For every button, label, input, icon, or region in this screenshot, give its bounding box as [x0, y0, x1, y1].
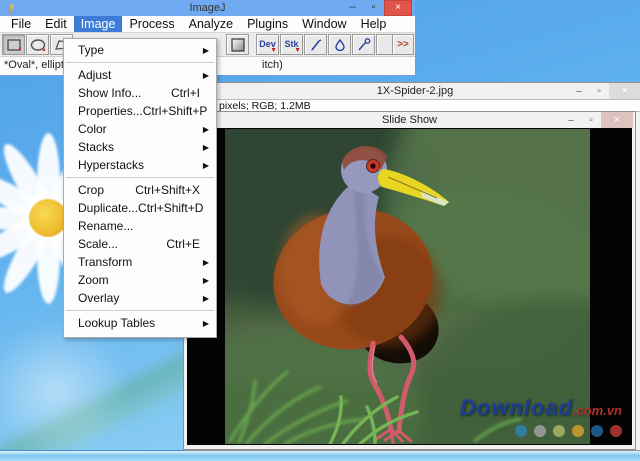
menu-item-color[interactable]: Color ▶ [64, 120, 216, 138]
imagej-titlebar[interactable]: ImageJ – ▫ × [0, 0, 415, 16]
gradient-square-icon [230, 37, 245, 52]
menu-item-adjust[interactable]: Adjust ▶ [64, 66, 216, 84]
oval-tool-button[interactable] [26, 34, 49, 55]
menu-plugins[interactable]: Plugins [240, 16, 295, 32]
menu-item-overlay[interactable]: Overlay ▶ [64, 289, 216, 307]
menu-item-rename[interactable]: Rename... [64, 217, 216, 235]
submenu-arrow-icon: ▶ [202, 318, 209, 328]
more-tools-label: >> [397, 39, 409, 50]
imagej-menubar: File Edit Image Process Analyze Plugins … [0, 16, 415, 33]
submenu-arrow-icon: ▶ [202, 293, 209, 303]
status-text-right: itch) [262, 59, 283, 71]
menu-item-type[interactable]: Type ▶ [64, 41, 216, 59]
brush-icon [310, 38, 321, 51]
photo-window-titlebar[interactable]: 1X-Spider-2.jpg – ▫ × [187, 83, 640, 99]
caret-down-icon: ▼ [294, 47, 301, 54]
caret-down-icon: ▼ [270, 47, 277, 54]
oval-icon [30, 38, 45, 51]
dev-tool-button[interactable]: Dev ▼ [256, 34, 279, 55]
watermark-dot [534, 425, 546, 437]
submenu-arrow-icon: ▶ [202, 142, 209, 152]
menu-shortcut: Ctrl+Shift+P [142, 104, 208, 118]
slideshow-window: Slide Show – ▫ × Download.com.vn [183, 111, 636, 450]
watermark-dot [591, 425, 603, 437]
minimize-button[interactable]: – [569, 83, 589, 99]
menu-item-show-info[interactable]: Show Info... Ctrl+I [64, 84, 216, 102]
eyedropper-icon [357, 37, 370, 50]
menu-edit[interactable]: Edit [38, 16, 74, 32]
menu-shortcut: Ctrl+Shift+X [135, 183, 200, 197]
gradient-tool-button[interactable] [226, 34, 249, 55]
menu-process[interactable]: Process [122, 16, 181, 32]
menu-help[interactable]: Help [354, 16, 394, 32]
menu-item-transform[interactable]: Transform ▶ [64, 253, 216, 271]
menu-image[interactable]: Image [73, 16, 123, 32]
slideshow-canvas: Download.com.vn [187, 128, 632, 445]
flood-fill-icon [334, 38, 345, 51]
screen: 1X-Spider-2.jpg – ▫ × pixels; RGB; 1.2MB… [0, 0, 640, 461]
menu-shortcut: Ctrl+Shift+D [138, 201, 204, 215]
more-tools-button[interactable]: >> [392, 34, 414, 55]
submenu-arrow-icon: ▶ [202, 70, 209, 80]
menu-separator [66, 310, 214, 311]
submenu-arrow-icon: ▶ [202, 160, 209, 170]
image-dropdown-menu: Type ▶ Adjust ▶ Show Info... Ctrl+I Prop… [63, 38, 217, 338]
menu-window[interactable]: Window [295, 16, 353, 32]
rectangle-icon [6, 38, 21, 51]
watermark-dots [460, 425, 622, 437]
menu-shortcut: Ctrl+I [170, 86, 200, 100]
watermark-dot [515, 425, 527, 437]
menu-item-zoom[interactable]: Zoom ▶ [64, 271, 216, 289]
menu-file[interactable]: File [4, 16, 38, 32]
slideshow-titlebar[interactable]: Slide Show – ▫ × [184, 112, 635, 128]
close-button[interactable]: × [601, 112, 633, 128]
menu-separator [66, 177, 214, 178]
menu-item-lookup-tables[interactable]: Lookup Tables ▶ [64, 314, 216, 332]
minimize-button[interactable]: – [342, 0, 363, 16]
stacks-tool-button[interactable]: Stk ▼ [280, 34, 303, 55]
menu-item-scale[interactable]: Scale... Ctrl+E [64, 235, 216, 253]
bird-pupil [370, 163, 376, 169]
close-button[interactable]: × [384, 0, 412, 16]
flood-fill-tool-button[interactable] [328, 34, 351, 55]
rectangle-tool-button[interactable] [2, 34, 25, 55]
menu-separator [66, 62, 214, 63]
menu-item-properties[interactable]: Properties... Ctrl+Shift+P [64, 102, 216, 120]
flower-reflection [0, 320, 130, 460]
maximize-button[interactable]: ▫ [581, 112, 601, 128]
brush-tool-button[interactable] [304, 34, 327, 55]
menu-item-hyperstacks[interactable]: Hyperstacks ▶ [64, 156, 216, 174]
submenu-arrow-icon: ▶ [202, 45, 209, 55]
maximize-button[interactable]: ▫ [363, 0, 384, 16]
status-text-left: *Oval*, ellipti [4, 59, 67, 71]
watermark-suffix: .com.vn [572, 403, 622, 418]
bottom-window-edge [0, 450, 640, 461]
submenu-arrow-icon: ▶ [202, 257, 209, 267]
watermark-dot [610, 425, 622, 437]
menu-analyze[interactable]: Analyze [182, 16, 240, 32]
submenu-arrow-icon: ▶ [202, 124, 209, 134]
color-picker-tool-button[interactable] [352, 34, 375, 55]
menu-item-crop[interactable]: Crop Ctrl+Shift+X [64, 181, 216, 199]
daisy-center [29, 199, 67, 237]
submenu-arrow-icon: ▶ [202, 275, 209, 285]
menu-shortcut: Ctrl+E [166, 237, 200, 251]
minimize-button[interactable]: – [561, 112, 581, 128]
watermark: Download.com.vn [460, 395, 622, 437]
watermark-text: Download [459, 395, 573, 420]
menu-item-stacks[interactable]: Stacks ▶ [64, 138, 216, 156]
menu-item-duplicate[interactable]: Duplicate... Ctrl+Shift+D [64, 199, 216, 217]
watermark-dot [572, 425, 584, 437]
close-button[interactable]: × [609, 83, 640, 99]
watermark-dot [553, 425, 565, 437]
maximize-button[interactable]: ▫ [589, 83, 609, 99]
